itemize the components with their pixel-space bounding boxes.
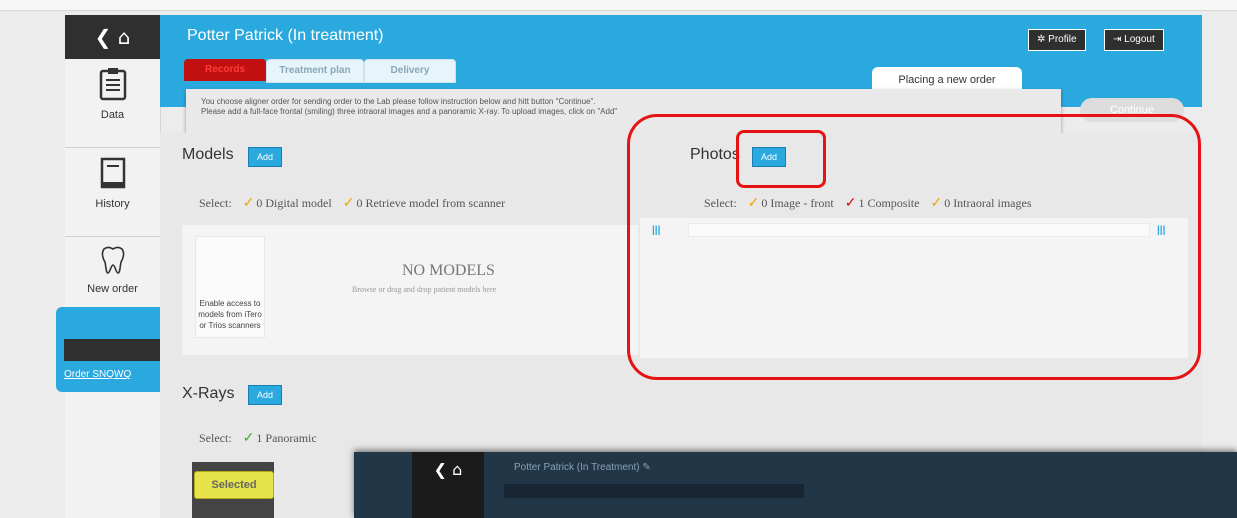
gear-icon: ✲ <box>1037 34 1046 45</box>
logout-icon: ⇥ <box>1113 34 1122 45</box>
order-link[interactable]: Order SNQWQ <box>64 369 131 380</box>
tab-records[interactable]: Records <box>184 59 266 81</box>
book-icon <box>100 157 125 189</box>
back-home-button[interactable]: ❮ ⌂ <box>65 15 160 59</box>
clipboard-icon <box>99 68 126 101</box>
xrays-select-row: Select: ✓ 1 Panoramic <box>199 431 317 446</box>
sidebar-item-label: Data <box>100 109 125 121</box>
check-icon: ✓ <box>747 196 760 211</box>
photos-select-row: Select: ✓ 0 Image - front ✓ 1 Composite ✓ 0… <box>704 196 1032 211</box>
check-icon: ✓ <box>930 196 943 211</box>
scanner-access-card[interactable]: Enable access to models from iTero or Tr… <box>195 236 265 338</box>
overlay-tabs <box>504 484 804 498</box>
models-option-scanner[interactable]: 0 Retrieve model from scanner <box>356 196 505 210</box>
models-add-button[interactable]: Add <box>248 147 282 167</box>
top-rule <box>0 0 1237 11</box>
empty-models-hint: Browse or drag and drop patient models h… <box>352 285 497 294</box>
sidebar-item-label: New order <box>87 283 138 295</box>
photos-option-intraoral[interactable]: 0 Intraoral images <box>944 196 1031 210</box>
check-icon: ✓ <box>844 196 857 211</box>
page-title: Potter Patrick (In treatment) <box>187 27 384 44</box>
overlay-title: Potter Patrick (In Treatment) ✎ <box>514 462 651 473</box>
overlay-screenshot: ❮ ⌂ Potter Patrick (In Treatment) ✎ <box>354 452 1237 518</box>
xrays-add-button[interactable]: Add <box>248 385 282 405</box>
instruction-banner: You choose aligner order for sending ord… <box>186 89 1061 133</box>
photos-heading: Photos <box>690 146 740 163</box>
xrays-heading: X-Rays <box>182 385 235 402</box>
photos-option-composite[interactable]: 1 Composite <box>858 196 919 210</box>
models-option-digital[interactable]: 0 Digital model <box>256 196 331 210</box>
check-icon: ✓ <box>242 431 255 446</box>
order-tab-bar <box>64 339 160 361</box>
instruction-line-1: You choose aligner order for sending ord… <box>201 97 596 106</box>
sidebar-item-history[interactable]: History <box>65 148 160 237</box>
tooth-icon <box>101 246 124 274</box>
photos-option-front[interactable]: 0 Image - front <box>761 196 833 210</box>
scroll-left-handle[interactable]: ||| <box>652 225 666 239</box>
tab-treatment-plan[interactable]: Treatment plan <box>266 59 364 83</box>
photos-dropzone[interactable] <box>640 218 1188 358</box>
tab-delivery[interactable]: Delivery <box>364 59 456 83</box>
check-icon: ✓ <box>242 196 255 211</box>
sidebar-item-data[interactable]: Data <box>65 59 160 148</box>
instruction-line-2: Please add a full-face frontal (smiling)… <box>201 107 618 116</box>
order-tab[interactable]: Order SNQWQ <box>56 307 160 392</box>
empty-models-title: NO MODELS <box>402 262 495 279</box>
continue-button[interactable]: Continue <box>1080 98 1184 122</box>
photos-scroll-track[interactable] <box>688 223 1150 237</box>
sidebar-item-label: History <box>95 198 130 210</box>
xrays-option-panoramic[interactable]: 1 Panoramic <box>256 431 316 445</box>
overlay-home-icon: ❮ ⌂ <box>412 452 484 518</box>
selected-badge: Selected <box>194 471 274 499</box>
models-select-row: Select: ✓ 0 Digital model ✓ 0 Retrieve mod… <box>199 196 506 211</box>
check-icon: ✓ <box>342 196 355 211</box>
profile-button[interactable]: ✲ Profile <box>1028 29 1086 51</box>
logout-button[interactable]: ⇥ Logout <box>1104 29 1164 51</box>
sidebar: ❮ ⌂ Data History New order <box>65 15 161 518</box>
models-heading: Models <box>182 146 234 163</box>
photos-add-button[interactable]: Add <box>752 147 786 167</box>
scroll-right-handle[interactable]: ||| <box>1157 225 1171 239</box>
